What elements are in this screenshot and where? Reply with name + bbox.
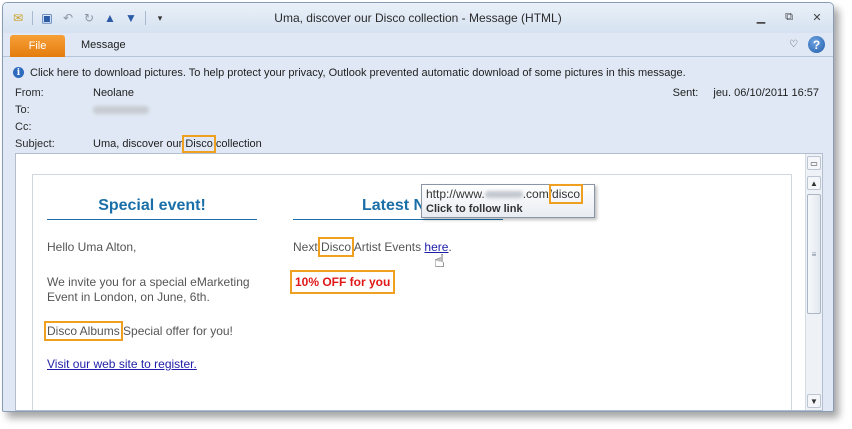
email-content: Special event! Hello Uma Alton, We invit… bbox=[32, 174, 792, 410]
greeting-text: Hello Uma Alton, bbox=[47, 240, 137, 254]
restore-icon[interactable]: ⧉ bbox=[777, 9, 801, 25]
events-text: Next bbox=[293, 240, 318, 254]
sent-info: Sent: jeu. 06/10/2011 16:57 bbox=[673, 87, 819, 99]
tab-file[interactable]: File bbox=[10, 35, 65, 57]
events-line: Next Disco Artist Events here. bbox=[293, 237, 503, 257]
tooltip-url-highlight: disco bbox=[549, 184, 584, 204]
window-controls: ▁ ⧉ ✕ bbox=[749, 9, 829, 25]
ribbon-right-controls: ♡ ? bbox=[789, 36, 825, 53]
message-headers: From: Neolane Sent: jeu. 06/10/2011 16:5… bbox=[15, 85, 825, 153]
subject-label: Subject: bbox=[15, 138, 55, 150]
from-value[interactable]: Neolane bbox=[93, 87, 134, 99]
minimize-ribbon-icon[interactable]: ♡ bbox=[789, 39, 798, 50]
outlook-message-window: ✉ ▣ ↶ ↻ ▲ ▼ ▾ Uma, discover our Disco co… bbox=[2, 2, 834, 412]
redacted-blur bbox=[484, 191, 523, 199]
special-event-column: Special event! Hello Uma Alton, We invit… bbox=[44, 197, 257, 371]
vertical-scrollbar[interactable]: ▭ ▲ ≡ ▼ bbox=[805, 154, 822, 410]
ribbon-tabs: File Message ♡ ? bbox=[3, 33, 833, 57]
tab-message[interactable]: Message bbox=[81, 39, 126, 51]
help-icon[interactable]: ? bbox=[808, 36, 825, 53]
to-value-redacted[interactable] bbox=[93, 104, 149, 116]
tooltip-url-middle: .com/ bbox=[522, 187, 553, 201]
minimize-icon[interactable]: ▁ bbox=[749, 9, 773, 25]
special-event-title: Special event! bbox=[47, 197, 257, 220]
invite-text: We invite you for a special eMarketing E… bbox=[47, 275, 250, 304]
subject-row: Subject: Uma, discover our Disco collect… bbox=[15, 135, 825, 153]
to-row: To: bbox=[15, 102, 825, 119]
info-bar[interactable]: i Click here to download pictures. To he… bbox=[9, 63, 827, 82]
tooltip-action: Click to follow link bbox=[426, 203, 523, 215]
scroll-corner-icon[interactable]: ▭ bbox=[807, 156, 821, 170]
subject-text-end: collection bbox=[215, 138, 262, 150]
sent-label: Sent: bbox=[672, 87, 699, 99]
hand-cursor-icon: ☝ bbox=[434, 251, 445, 271]
tooltip-url: http://www. .com/disco bbox=[426, 184, 590, 204]
info-icon: i bbox=[13, 67, 24, 78]
register-line: Visit our web site to register. bbox=[47, 357, 257, 371]
tooltip-url-prefix: http://www. bbox=[426, 187, 485, 201]
title-bar: ✉ ▣ ↶ ↻ ▲ ▼ ▾ Uma, discover our Disco co… bbox=[3, 3, 833, 33]
subject-text: Uma, discover our bbox=[93, 138, 183, 150]
message-body: Special event! Hello Uma Alton, We invit… bbox=[15, 153, 823, 411]
offer-line: 10% OFF for you bbox=[289, 270, 503, 294]
from-row: From: Neolane Sent: jeu. 06/10/2011 16:5… bbox=[15, 85, 825, 102]
albums-line: Disco Albums Special offer for you! bbox=[44, 321, 257, 341]
scroll-down-icon[interactable]: ▼ bbox=[807, 394, 821, 408]
register-link[interactable]: Visit our web site to register. bbox=[47, 357, 197, 371]
scroll-up-icon[interactable]: ▲ bbox=[807, 176, 821, 190]
subject-highlight: Disco bbox=[182, 135, 216, 153]
albums-text: Special offer for you! bbox=[123, 324, 233, 338]
redacted-blur bbox=[93, 106, 149, 115]
to-label: To: bbox=[15, 104, 30, 116]
scroll-thumb[interactable]: ≡ bbox=[807, 194, 821, 314]
close-icon[interactable]: ✕ bbox=[805, 9, 829, 25]
discount-offer: 10% OFF for you bbox=[289, 270, 396, 294]
info-bar-text: Click here to download pictures. To help… bbox=[30, 66, 686, 79]
albums-highlight: Disco Albums bbox=[44, 321, 123, 341]
sent-value: jeu. 06/10/2011 16:57 bbox=[713, 87, 819, 99]
link-tooltip: http://www. .com/disco Click to follow li… bbox=[421, 184, 595, 218]
subject-value: Uma, discover our Disco collection bbox=[93, 135, 262, 153]
period-text: . bbox=[448, 240, 452, 254]
window-title: Uma, discover our Disco collection - Mes… bbox=[274, 11, 562, 25]
events-text-end: Artist Events bbox=[353, 240, 422, 254]
from-label: From: bbox=[15, 87, 44, 99]
cc-row: Cc: bbox=[15, 119, 825, 136]
cc-label: Cc: bbox=[15, 121, 32, 133]
events-highlight: Disco bbox=[318, 237, 355, 257]
